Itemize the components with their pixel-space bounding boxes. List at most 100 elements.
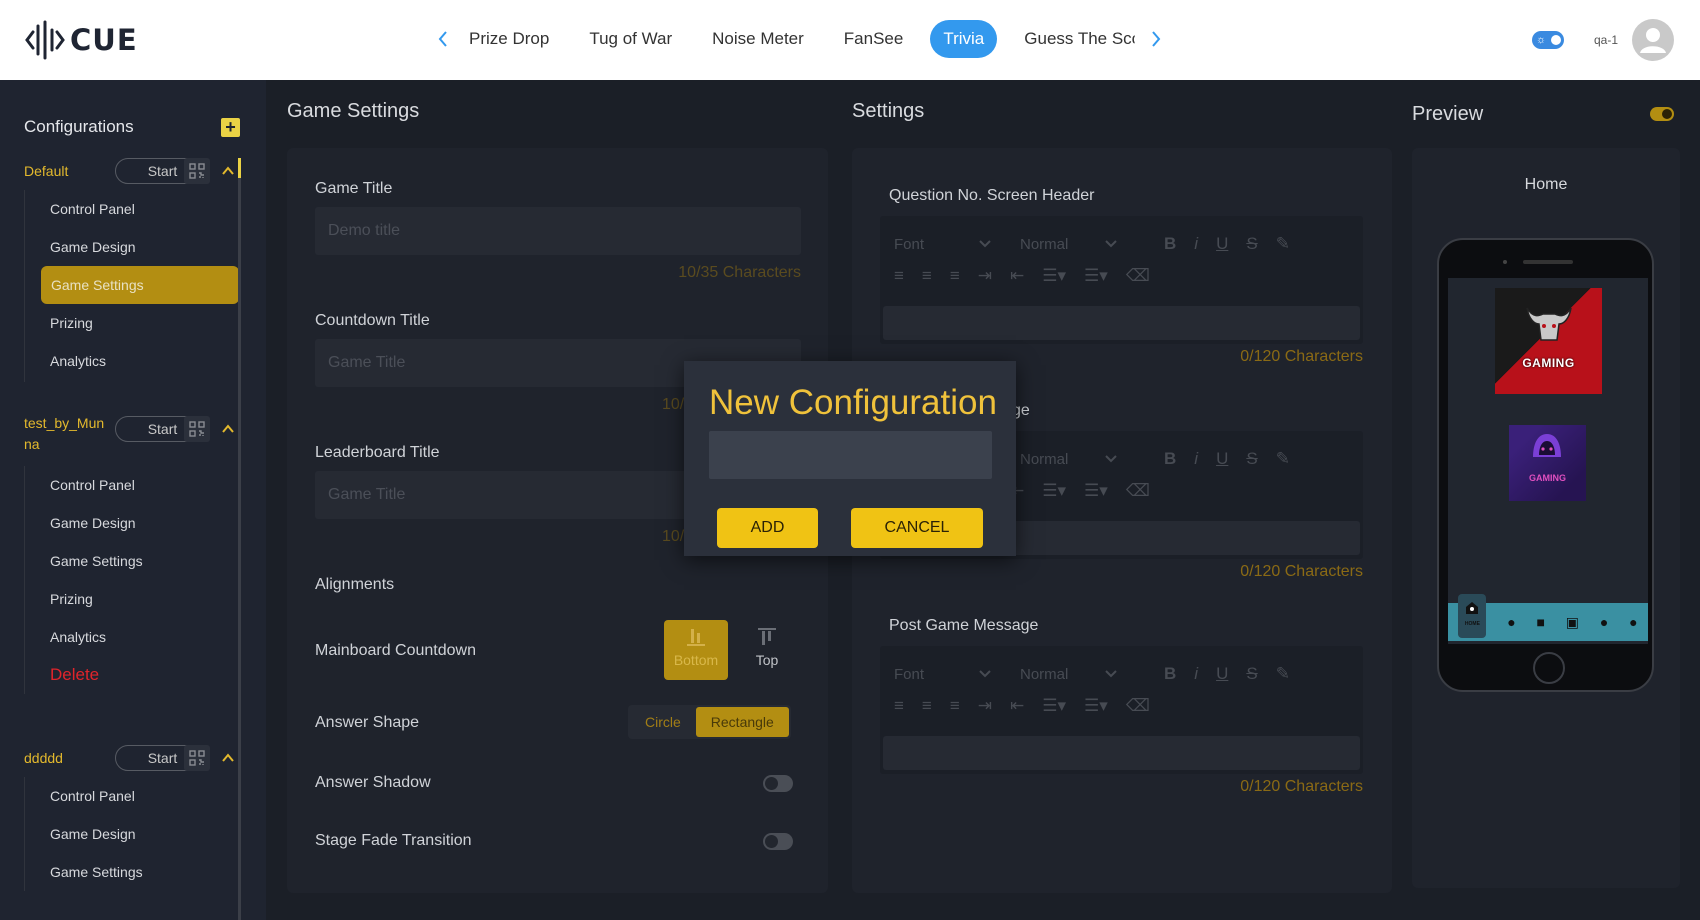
align-center-icon[interactable]: ≡	[922, 266, 932, 286]
chevron-up-icon[interactable]	[220, 163, 236, 179]
pen-icon[interactable]: ✎	[1276, 234, 1290, 254]
menu-analytics[interactable]: Analytics	[24, 618, 238, 656]
bullet-list-icon[interactable]: ☰▾	[1084, 696, 1108, 716]
tabs-prev-button[interactable]	[430, 20, 456, 58]
configuration-name-input[interactable]	[709, 431, 992, 479]
menu-game-design[interactable]: Game Design	[24, 504, 238, 542]
chevron-up-icon[interactable]	[220, 421, 236, 437]
underline-icon[interactable]: U	[1216, 664, 1228, 684]
outdent-icon[interactable]: ⇤	[1010, 266, 1024, 286]
align-center-icon[interactable]: ≡	[922, 696, 932, 716]
medal-nav-icon[interactable]: ●	[1629, 614, 1637, 630]
preview-toggle[interactable]	[1650, 107, 1674, 121]
bold-icon[interactable]: B	[1164, 664, 1176, 684]
qr-code-button[interactable]	[184, 416, 210, 442]
cancel-button[interactable]: CANCEL	[851, 508, 983, 548]
menu-analytics[interactable]: Analytics	[24, 342, 238, 380]
outdent-icon[interactable]: ⇤	[1010, 696, 1024, 716]
align-right-icon[interactable]: ≡	[950, 696, 960, 716]
shape-rectangle-option[interactable]: Rectangle	[695, 707, 789, 737]
config-name[interactable]: Default	[24, 161, 68, 182]
mainboard-countdown-label: Mainboard Countdown	[315, 642, 476, 659]
menu-prizing[interactable]: Prizing	[24, 580, 238, 618]
align-left-icon[interactable]: ≡	[894, 266, 904, 286]
sidebar-scroll-thumb[interactable]	[238, 158, 241, 178]
add-button[interactable]: ADD	[717, 508, 818, 548]
font-select[interactable]: Font	[894, 666, 992, 683]
align-left-icon[interactable]: ≡	[894, 696, 904, 716]
strikethrough-icon[interactable]: S	[1246, 234, 1257, 254]
stage-fade-toggle[interactable]	[763, 833, 793, 850]
menu-game-settings[interactable]: Game Settings	[41, 266, 239, 304]
align-bottom-button[interactable]: Bottom	[664, 620, 728, 680]
italic-icon[interactable]: i	[1194, 234, 1198, 254]
font-select[interactable]: Font	[894, 236, 992, 253]
bold-icon[interactable]: B	[1164, 234, 1176, 254]
trophy-nav-icon[interactable]: ●	[1507, 614, 1515, 630]
tab-noise-meter[interactable]: Noise Meter	[699, 20, 817, 58]
qr-code-button[interactable]	[184, 158, 210, 184]
nav-home[interactable]: HOME	[1458, 594, 1487, 638]
strikethrough-icon[interactable]: S	[1246, 664, 1257, 684]
sidebar-scrollbar[interactable]	[238, 158, 241, 920]
bullet-list-icon[interactable]: ☰▾	[1084, 266, 1108, 286]
chevron-up-icon[interactable]	[220, 750, 236, 766]
menu-game-settings[interactable]: Game Settings	[24, 542, 238, 580]
menu-game-design[interactable]: Game Design	[24, 815, 238, 853]
config-name[interactable]: ddddd	[24, 748, 63, 769]
align-top-button[interactable]: Top	[735, 620, 799, 680]
italic-icon[interactable]: i	[1194, 449, 1198, 469]
indent-icon[interactable]: ⇥	[978, 696, 992, 716]
menu-control-panel[interactable]: Control Panel	[24, 777, 238, 815]
tab-tug-of-war[interactable]: Tug of War	[576, 20, 685, 58]
gamepad-nav-icon[interactable]: ■	[1537, 614, 1545, 630]
menu-prizing[interactable]: Prizing	[24, 304, 238, 342]
size-select[interactable]: Normal	[1020, 236, 1118, 253]
avatar[interactable]	[1632, 19, 1674, 61]
eraser-icon[interactable]: ⌫	[1126, 481, 1150, 501]
size-select[interactable]: Normal	[1020, 451, 1118, 468]
ordered-list-icon[interactable]: ☰▾	[1042, 266, 1066, 286]
config-menu: Control Panel Game Design Game Settings	[24, 777, 238, 891]
eraser-icon[interactable]: ⌫	[1126, 266, 1150, 286]
theme-toggle[interactable]: ☼	[1531, 31, 1564, 49]
eraser-icon[interactable]: ⌫	[1126, 696, 1150, 716]
menu-control-panel[interactable]: Control Panel	[24, 190, 238, 228]
menu-game-design[interactable]: Game Design	[24, 228, 238, 266]
shape-circle-option[interactable]: Circle	[630, 707, 696, 737]
menu-game-settings[interactable]: Game Settings	[24, 853, 238, 891]
delete-config-button[interactable]: Delete	[24, 656, 238, 694]
config-name-line2[interactable]: na	[24, 434, 40, 455]
italic-icon[interactable]: i	[1194, 664, 1198, 684]
qr-code-button[interactable]	[184, 745, 210, 771]
add-configuration-button[interactable]: +	[221, 118, 240, 137]
profile-nav-icon[interactable]: ●	[1600, 614, 1608, 630]
card-nav-icon[interactable]: ▣	[1566, 614, 1579, 631]
tab-trivia[interactable]: Trivia	[930, 20, 998, 58]
menu-control-panel[interactable]: Control Panel	[24, 466, 238, 504]
config-name-line1[interactable]: test_by_Mun	[24, 413, 104, 434]
tab-guess-the-score[interactable]: Guess The Sco	[1011, 20, 1135, 58]
underline-icon[interactable]: U	[1216, 234, 1228, 254]
tab-fansee[interactable]: FanSee	[831, 20, 917, 58]
pen-icon[interactable]: ✎	[1276, 449, 1290, 469]
game-title-input[interactable]: Demo title	[315, 207, 801, 255]
bull-icon	[1526, 307, 1572, 341]
underline-icon[interactable]: U	[1216, 449, 1228, 469]
pen-icon[interactable]: ✎	[1276, 664, 1290, 684]
tab-prize-drop[interactable]: Prize Drop	[456, 20, 562, 58]
bullet-list-icon[interactable]: ☰▾	[1084, 481, 1108, 501]
tabs-next-button[interactable]	[1143, 20, 1169, 58]
ordered-list-icon[interactable]: ☰▾	[1042, 481, 1066, 501]
strikethrough-icon[interactable]: S	[1246, 449, 1257, 469]
bold-icon[interactable]: B	[1164, 449, 1176, 469]
align-right-icon[interactable]: ≡	[950, 266, 960, 286]
q-header-editor-input[interactable]	[883, 306, 1360, 340]
size-select[interactable]: Normal	[1020, 666, 1118, 683]
indent-icon[interactable]: ⇥	[978, 266, 992, 286]
post-game-editor-input[interactable]	[883, 736, 1360, 770]
ordered-list-icon[interactable]: ☰▾	[1042, 696, 1066, 716]
qr-code-icon	[189, 421, 205, 437]
answer-shadow-toggle[interactable]	[763, 775, 793, 792]
cue-logo[interactable]: CUE	[24, 18, 138, 62]
